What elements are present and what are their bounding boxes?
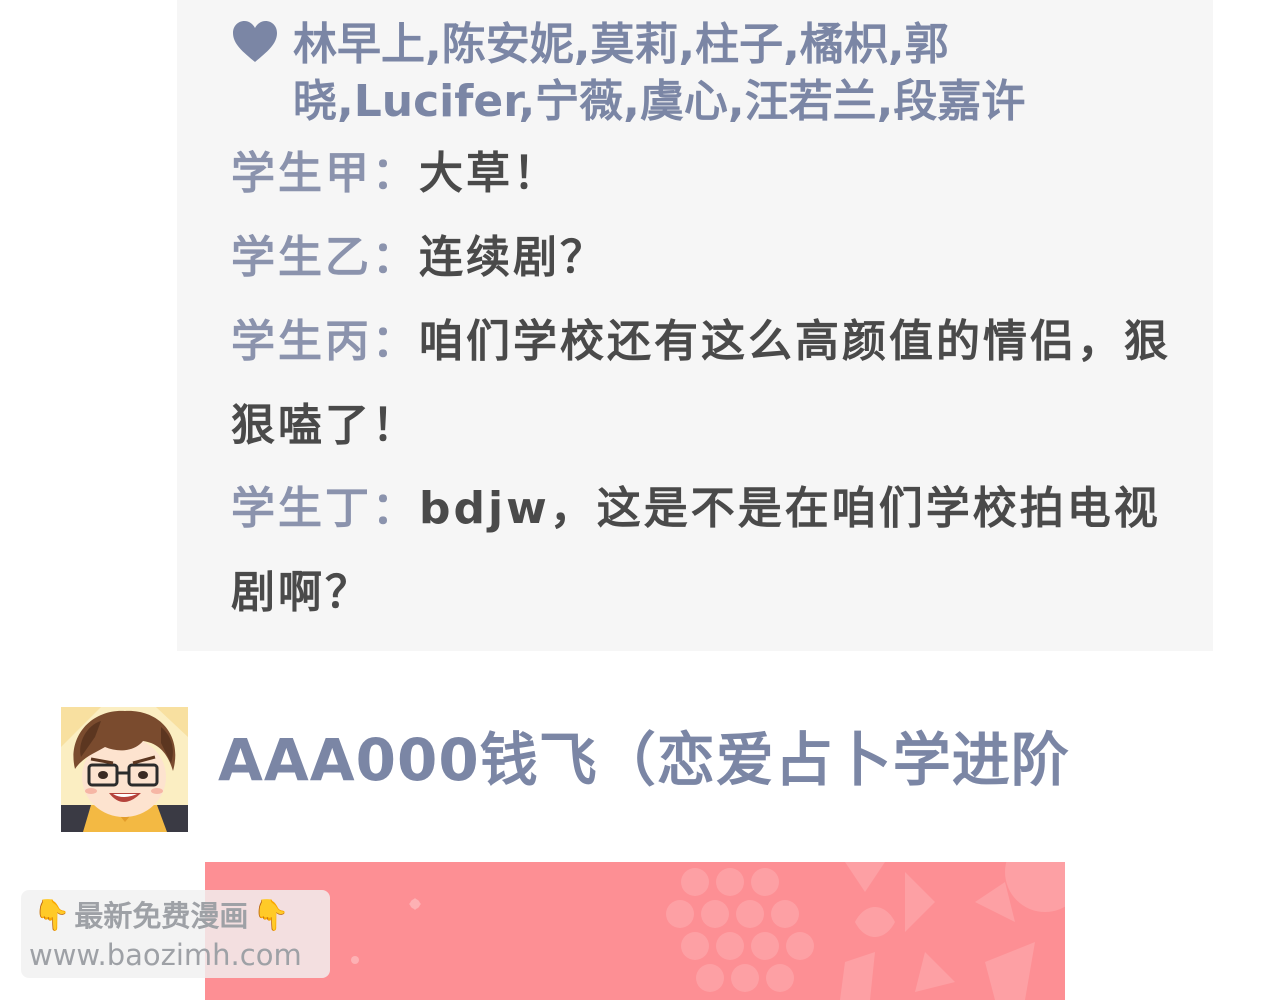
author-avatar[interactable] — [61, 707, 188, 832]
watermark-title-row: 👇 最新免费漫画 👇 — [33, 898, 290, 934]
heart-icon — [233, 21, 277, 62]
comment-2: 学生乙：连续剧？ — [231, 216, 1191, 300]
comic-page: 林早上,陈安妮,莫莉,柱子,橘枳,郭晓,Lucifer,宁薇,虞心,汪若兰,段嘉… — [0, 0, 1280, 1000]
comment-speaker: 学生丙： — [231, 316, 419, 367]
comment-4: 学生丁：bdjw，这是不是在咱们学校拍电视剧啊？ — [231, 467, 1191, 635]
site-watermark[interactable]: 👇 最新免费漫画 👇 www.baozimh.com — [21, 890, 330, 978]
pointing-down-hand-icon: 👇 — [252, 898, 290, 933]
likes-names: 林早上,陈安妮,莫莉,柱子,橘枳,郭晓,Lucifer,宁薇,虞心,汪若兰,段嘉… — [293, 19, 1026, 127]
pointing-down-hand-icon: 👇 — [33, 898, 71, 933]
comic-banner-image — [205, 862, 1065, 1000]
avatar-illustration — [61, 707, 188, 832]
comment-speaker: 学生丁： — [231, 483, 419, 534]
watermark-title: 最新免费漫画 — [74, 899, 249, 933]
comment-text: 大草！ — [419, 148, 560, 199]
comment-speaker: 学生乙： — [231, 232, 419, 283]
comment-1: 学生甲：大草！ — [231, 132, 1191, 216]
comment-panel: 林早上,陈安妮,莫莉,柱子,橘枳,郭晓,Lucifer,宁薇,虞心,汪若兰,段嘉… — [177, 0, 1213, 651]
comment-3: 学生丙：咱们学校还有这么高颜值的情侣，狠狠嗑了！ — [231, 300, 1191, 468]
watermark-url[interactable]: www.baozimh.com — [29, 938, 302, 972]
banner-pattern — [351, 862, 1065, 1000]
comment-text: 连续剧？ — [419, 232, 607, 283]
author-name[interactable]: AAA000钱飞（恋爱占卜学进阶 — [218, 722, 1070, 798]
comment-speaker: 学生甲： — [231, 148, 419, 199]
